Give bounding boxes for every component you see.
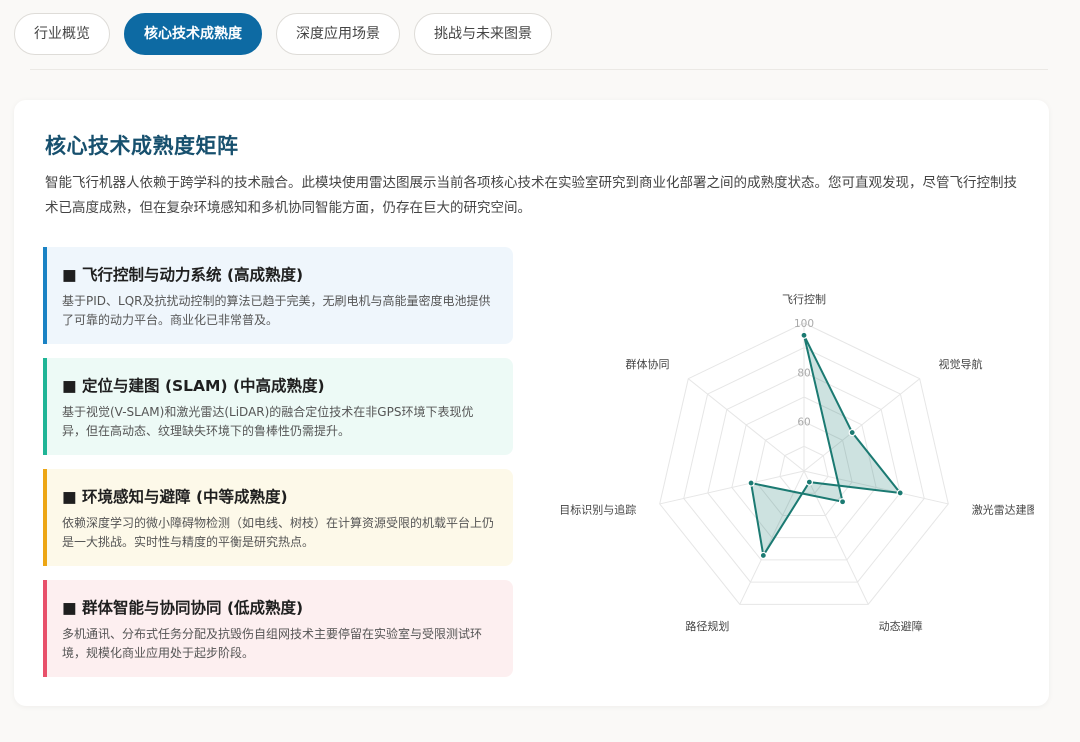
radar-series-area	[749, 334, 903, 559]
tech-item: ■ 定位与建图 (SLAM) (中高成熟度) 基于视觉(V-SLAM)和激光雷达(…	[43, 358, 513, 455]
tech-item-description: 依赖深度学习的微小障碍物检测（如电线、树枝）在计算资源受限的机载平台上仍是一大挑…	[62, 516, 495, 549]
divider	[30, 69, 1048, 70]
tech-item-title: ■ 环境感知与避障 (中等成熟度)	[62, 488, 288, 506]
radar-point	[800, 331, 808, 339]
tech-item: ■ 环境感知与避障 (中等成熟度) 依赖深度学习的微小障碍物检测（如电线、树枝）在…	[43, 469, 513, 566]
tab-3[interactable]: 深度应用场景	[276, 13, 400, 55]
tech-item: ■ 群体智能与协同协同 (低成熟度) 多机通讯、分布式任务分配及抗毁伤自组网技术主…	[43, 580, 513, 677]
radar-tick-label: 80	[797, 367, 810, 379]
radar-axis-label: 激光雷达建图	[972, 502, 1034, 516]
tab-bar: 行业概览 核心技术成熟度 深度应用场景 挑战与未来图景	[14, 13, 552, 55]
radar-axis-label: 飞行控制	[782, 292, 826, 306]
tech-item-description: 基于视觉(V-SLAM)和激光雷达(LiDAR)的融合定位技术在非GPS环境下表…	[62, 405, 474, 438]
radar-point	[848, 428, 856, 437]
radar-chart: 60 80 100 飞行控制视觉导航激光雷达建图动态避障 路径规划 目标识别与追踪 群体协同	[534, 270, 1037, 650]
tab-4[interactable]: 挑战与未来图景	[414, 13, 552, 55]
section-title: 核心技术成熟度矩阵	[45, 134, 239, 158]
radar-spoke	[687, 378, 805, 472]
radar-axis-label: 视觉导航	[938, 357, 982, 371]
tech-item: ■ 飞行控制与动力系统 (高成熟度) 基于PID、LQR及抗扰动控制的算法已趋于完…	[43, 247, 513, 344]
tech-item-title: ■ 飞行控制与动力系统 (高成熟度)	[62, 266, 304, 284]
radar-point	[759, 551, 767, 560]
radar-axis-label: 路径规划	[685, 619, 729, 633]
tab-2[interactable]: 核心技术成熟度	[124, 13, 262, 55]
radar-axis-label: 群体协同	[626, 357, 670, 371]
radar-tick-label: 60	[797, 417, 810, 429]
tab-1[interactable]: 行业概览	[14, 13, 110, 55]
radar-tick-label: 100	[794, 318, 814, 330]
tech-item-description: 基于PID、LQR及抗扰动控制的算法已趋于完美，无刷电机与高能量密度电池提供了可…	[62, 294, 491, 327]
radar-axis-label: 动态避障	[879, 619, 923, 633]
tech-list: ■ 飞行控制与动力系统 (高成熟度) 基于PID、LQR及抗扰动控制的算法已趋于完…	[43, 247, 513, 691]
radar-svg: 60 80 100 飞行控制视觉导航激光雷达建图动态避障 路径规划 目标识别与追踪 群体协同	[559, 292, 1037, 633]
tech-item-description: 多机通讯、分布式任务分配及抗毁伤自组网技术主要停留在实验室与受限测试环境，规模化…	[62, 627, 483, 660]
radar-point	[896, 489, 904, 497]
tech-item-title: ■ 定位与建图 (SLAM) (中高成熟度)	[62, 377, 325, 395]
maturity-card: 核心技术成熟度矩阵 智能飞行机器人依赖于跨学科的技术融合。此模块使用雷达图展示当…	[14, 100, 1049, 706]
radar-axis-label: 目标识别与追踪	[559, 502, 636, 516]
tech-item-title: ■ 群体智能与协同协同 (低成熟度)	[62, 599, 304, 617]
radar-point	[747, 479, 755, 487]
radar-point	[805, 478, 813, 486]
radar-point	[838, 498, 847, 506]
section-description: 智能飞行机器人依赖于跨学科的技术融合。此模块使用雷达图展示当前各项核心技术在实验…	[45, 175, 1017, 216]
